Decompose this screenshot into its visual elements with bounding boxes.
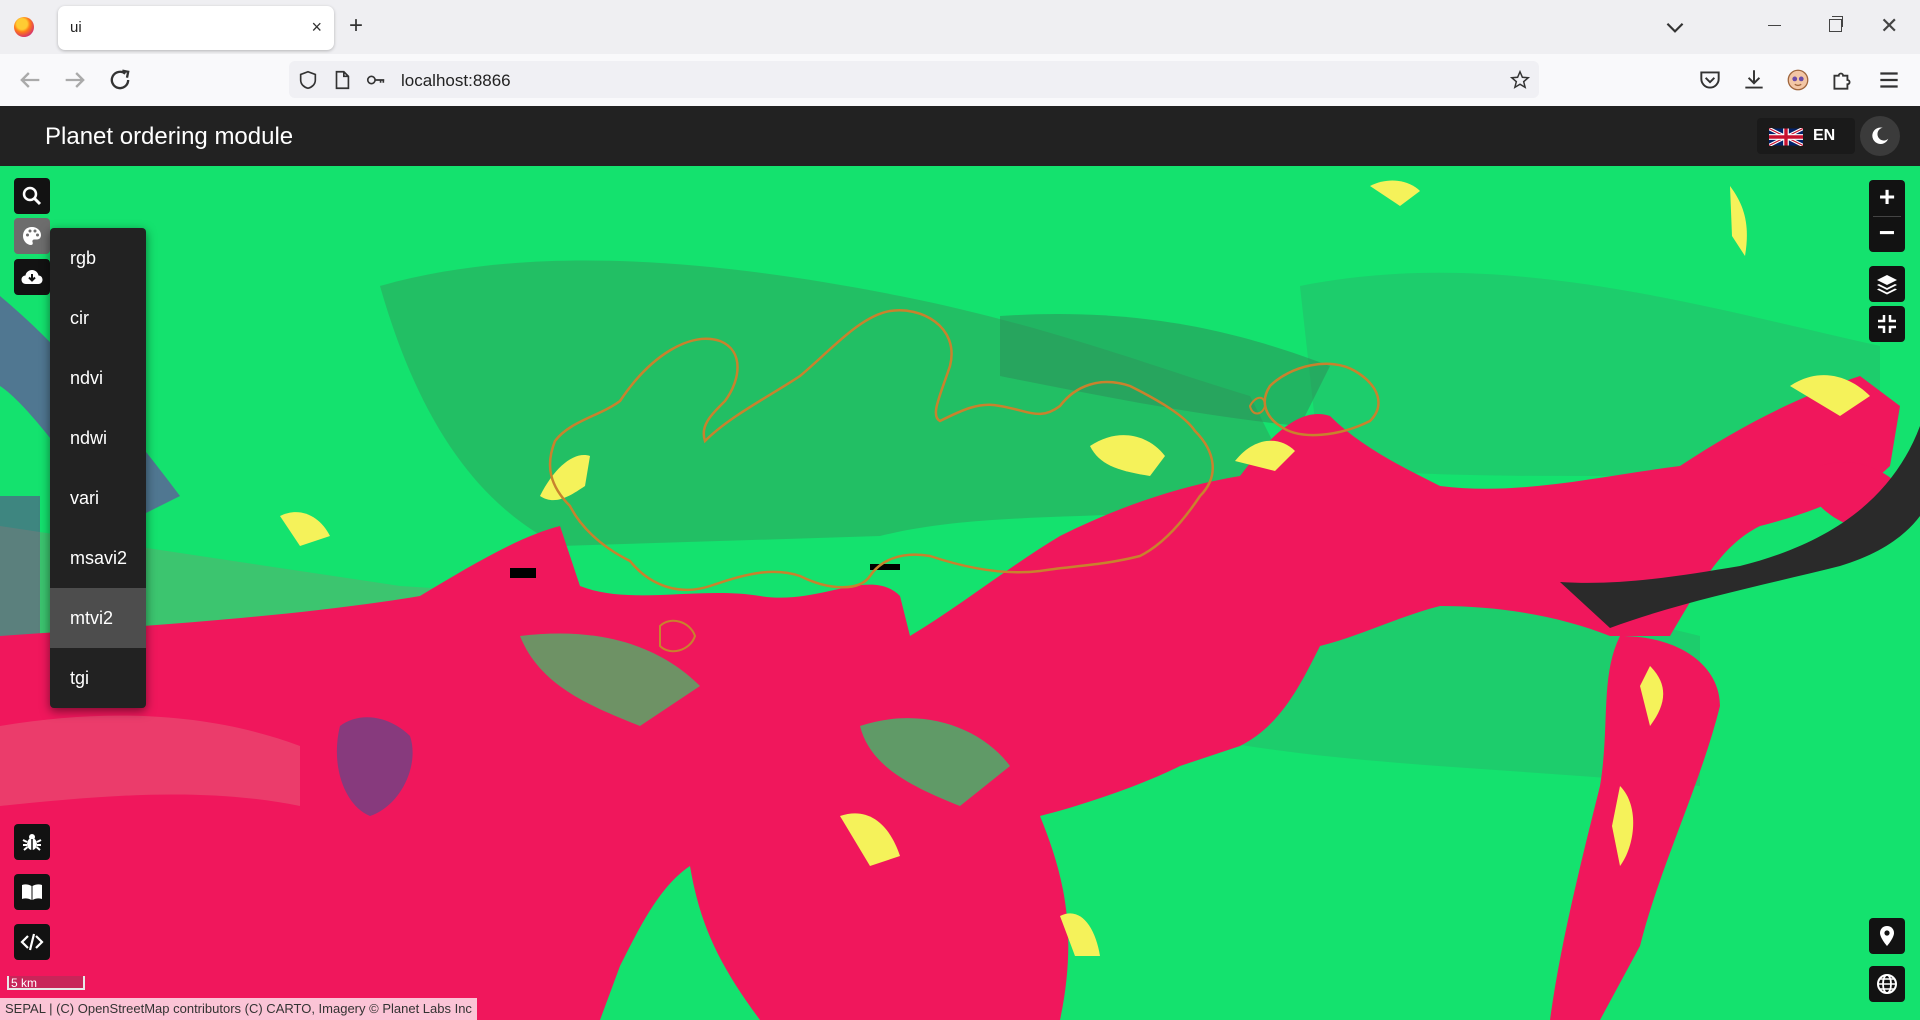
key-icon[interactable] [365, 69, 387, 91]
viz-option-ndwi[interactable]: ndwi [50, 408, 146, 468]
documentation-button[interactable] [14, 874, 50, 910]
extensions-puzzle-icon[interactable] [1829, 67, 1855, 93]
search-button[interactable] [14, 178, 50, 214]
account-avatar-icon[interactable] [1785, 67, 1811, 93]
firefox-logo-icon [14, 17, 34, 37]
app-header: Planet ordering module EN [0, 106, 1920, 166]
fullscreen-exit-icon [1878, 315, 1896, 333]
download-order-button[interactable] [14, 259, 50, 295]
tab-close-icon[interactable]: × [311, 16, 322, 38]
download-icon[interactable] [1741, 67, 1767, 93]
visualization-button[interactable] [14, 218, 50, 254]
map-canvas[interactable]: rgb cir ndvi ndwi vari msavi2 mtvi2 tgi … [0, 166, 1920, 1020]
search-icon [22, 186, 42, 206]
map-marker-icon [1880, 926, 1894, 946]
page-title: Planet ordering module [45, 123, 294, 150]
viz-option-tgi[interactable]: tgi [50, 648, 146, 708]
reload-icon[interactable] [106, 66, 134, 94]
viz-option-msavi2[interactable]: msavi2 [50, 528, 146, 588]
browser-nav-bar: localhost:8866 [0, 54, 1920, 107]
locate-button[interactable] [1869, 918, 1905, 954]
viz-option-ndvi[interactable]: ndvi [50, 348, 146, 408]
bug-icon [22, 834, 42, 851]
book-icon [22, 884, 42, 900]
zoom-in-button[interactable]: + [1869, 180, 1905, 216]
new-tab-button[interactable]: + [349, 12, 363, 40]
visualization-menu: rgb cir ndvi ndwi vari msavi2 mtvi2 tgi [50, 228, 146, 708]
viz-option-rgb[interactable]: rgb [50, 228, 146, 288]
back-arrow-icon[interactable] [16, 66, 44, 94]
tab-list-chevron-icon[interactable] [1662, 14, 1688, 40]
layers-button[interactable] [1869, 266, 1905, 302]
basemap-button[interactable] [1869, 966, 1905, 1002]
viz-option-cir[interactable]: cir [50, 288, 146, 348]
globe-icon [1877, 974, 1897, 994]
browser-tab[interactable]: ui × [58, 6, 334, 50]
layers-icon [1877, 275, 1897, 295]
pocket-icon[interactable] [1697, 67, 1723, 93]
cloud-download-icon [21, 270, 43, 284]
uk-flag-icon [1769, 128, 1803, 146]
window-minimize-icon[interactable] [1768, 25, 1781, 26]
bug-report-button[interactable] [14, 824, 50, 860]
scale-bar: 5 km [7, 976, 85, 990]
map-attribution: SEPAL | (C) OpenStreetMap contributors (… [0, 998, 477, 1020]
viz-option-mtvi2[interactable]: mtvi2 [50, 588, 146, 648]
zoom-out-button[interactable]: − [1869, 216, 1905, 252]
hamburger-menu-icon[interactable] [1876, 67, 1902, 93]
window-close-icon[interactable]: ✕ [1880, 14, 1898, 38]
url-text: localhost:8866 [401, 71, 511, 90]
palette-icon [23, 227, 41, 245]
fullscreen-exit-button[interactable] [1869, 306, 1905, 342]
zoom-control: + − [1869, 180, 1905, 252]
satellite-index-layer [0, 166, 1920, 1020]
url-bar[interactable]: localhost:8866 [289, 61, 1539, 98]
dark-mode-toggle-button[interactable] [1860, 116, 1900, 156]
window-restore-icon[interactable] [1829, 16, 1843, 32]
moon-icon [1872, 127, 1889, 144]
viz-option-vari[interactable]: vari [50, 468, 146, 528]
code-button[interactable] [14, 924, 50, 960]
forward-arrow-icon[interactable] [61, 66, 89, 94]
language-code: EN [1813, 127, 1836, 144]
browser-tab-bar: ui × + ✕ [0, 0, 1920, 54]
code-icon [20, 933, 44, 951]
bookmark-star-icon[interactable] [1509, 69, 1531, 91]
shield-icon[interactable] [297, 69, 319, 91]
tab-title: ui [70, 19, 82, 36]
language-selector-button[interactable]: EN [1757, 118, 1855, 154]
page-icon[interactable] [331, 69, 353, 91]
